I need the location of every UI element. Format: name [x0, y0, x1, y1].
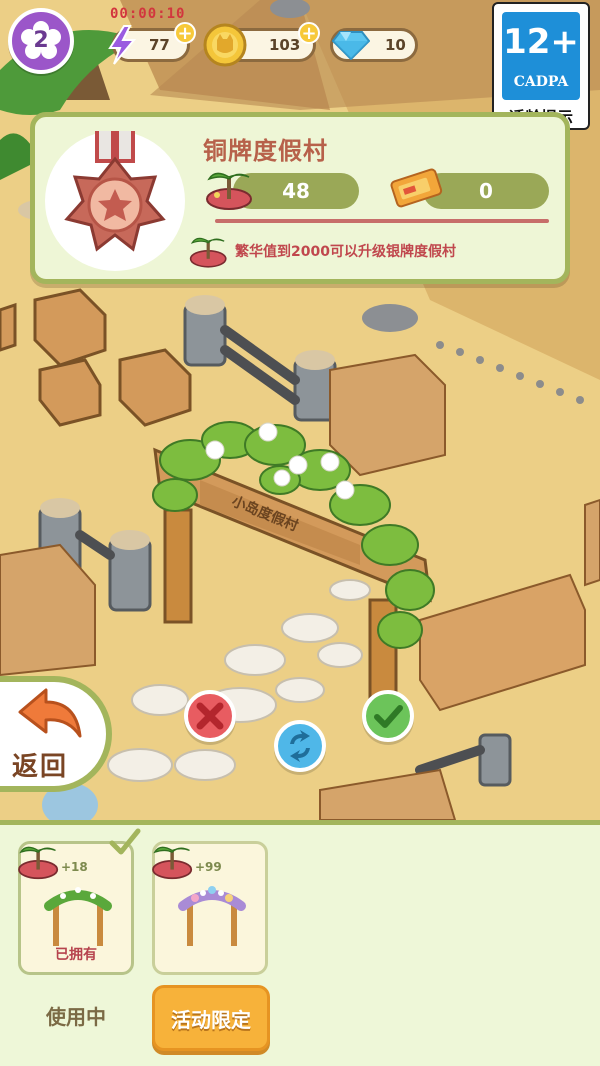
coin-icon: [203, 23, 247, 67]
back-button-label: 返回: [12, 752, 69, 782]
selected-check-icon: [109, 828, 141, 855]
card-badge-value: +18: [61, 860, 88, 874]
age-rating-block: 12+ CADPA: [502, 12, 580, 100]
owned-label: 已拥有: [55, 947, 97, 963]
resort-title: 铜牌度假村: [203, 137, 328, 165]
flower-arch-thumbnail: [178, 886, 246, 946]
hint-island-icon: [189, 237, 227, 268]
bronze-medal-icon: [64, 125, 166, 252]
upgrade-progress-track: [215, 219, 549, 223]
decoration-card-flower-arch[interactable]: +99: [152, 841, 268, 975]
card-island-icon: [152, 846, 193, 880]
resort-info-panel: 铜牌度假村 48 0 繁华值到2000可以升级银牌度假村: [30, 112, 570, 284]
upgrade-hint-text: 繁华值到2000可以升级银牌度假村: [235, 244, 456, 260]
rotate-button[interactable]: [274, 720, 326, 772]
diamond-gem-icon: [332, 31, 370, 60]
x-icon: [196, 702, 224, 730]
medal-circle: [45, 125, 185, 271]
back-button[interactable]: 返回: [0, 676, 112, 792]
decoration-selector-panel: +18 已拥有 使用中 +99 活动限定: [0, 820, 600, 1066]
level-badge[interactable]: 2: [8, 8, 74, 74]
decoration-card-vine-arch[interactable]: +18 已拥有: [18, 841, 134, 975]
timer: 00:00:10: [110, 6, 186, 22]
check-icon: [374, 705, 403, 728]
energy-value: 77: [149, 36, 170, 54]
add-coins-button[interactable]: +: [298, 22, 320, 44]
prosperity-island-icon: [206, 172, 252, 210]
back-arrow-icon: [18, 688, 82, 738]
age-rating-number: 12+: [503, 22, 579, 62]
confirm-button[interactable]: [362, 690, 414, 742]
level-number: 2: [33, 28, 49, 53]
in-use-label: 使用中: [46, 1005, 106, 1029]
card-island-icon: [18, 846, 59, 880]
gem-value: 10: [385, 36, 406, 54]
event-limited-button[interactable]: 活动限定: [152, 985, 270, 1051]
event-limited-label: 活动限定: [171, 1008, 251, 1032]
age-rating-org: CADPA: [513, 74, 569, 90]
vine-arch-thumbnail: [44, 887, 112, 946]
ticket-value: 0: [479, 179, 493, 203]
lightning-energy-icon: [108, 25, 137, 65]
age-rating-badge: 12+ CADPA 适龄提示: [492, 2, 590, 130]
prosperity-value: 48: [282, 179, 310, 203]
coin-value: 103: [269, 36, 301, 54]
cancel-button[interactable]: [184, 690, 236, 742]
add-energy-button[interactable]: +: [174, 22, 196, 44]
ticket-icon: [390, 168, 443, 208]
card-badge-value: +99: [195, 860, 222, 874]
rotate-arrows-icon: [290, 730, 310, 762]
